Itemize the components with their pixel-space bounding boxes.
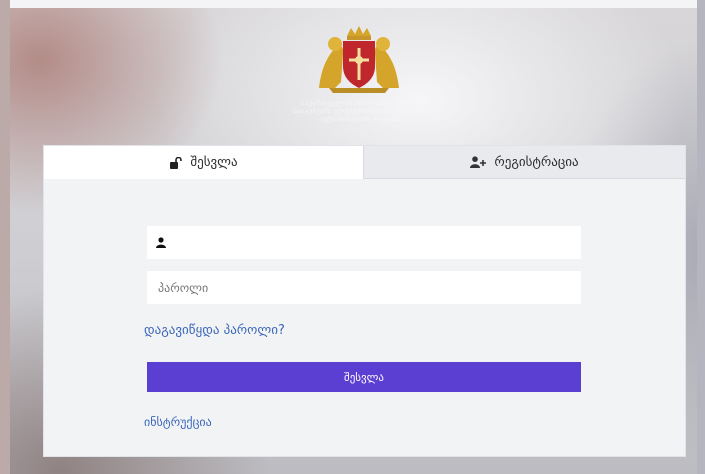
- instruction-link[interactable]: ინსტრუქცია: [144, 415, 212, 429]
- username-field[interactable]: [147, 226, 581, 259]
- header-line: სააგენტოს ელექტრონული სერვისები: [293, 107, 427, 115]
- unlock-icon: [169, 156, 183, 169]
- user-plus-icon: [470, 156, 487, 168]
- header-title: საქართველოს შსს მომსახურების სააგენტოს ე…: [240, 99, 480, 123]
- tab-register-label: რეგისტრაცია: [494, 154, 579, 170]
- georgian-coat-of-arms-icon: [319, 26, 399, 93]
- username-input[interactable]: [174, 234, 581, 251]
- user-icon: [156, 237, 166, 248]
- tab-register[interactable]: რეგისტრაცია: [363, 146, 685, 179]
- forgot-password-link[interactable]: დაგავიწყდა პაროლი?: [144, 323, 285, 338]
- right-edge: [697, 0, 705, 474]
- login-card: შესვლა რეგისტრაცია დაგავიწყდა პაროლი? შე…: [43, 145, 686, 457]
- tab-login[interactable]: შესვლა: [44, 146, 363, 179]
- header-line: საქართველოს შსს მომსახურების: [300, 99, 420, 107]
- top-strip: [10, 0, 698, 8]
- tab-login-label: შესვლა: [190, 155, 238, 170]
- password-input[interactable]: [156, 279, 581, 296]
- left-edge: [0, 0, 10, 474]
- header-line: ავტორიზაციის სისტემა: [319, 115, 401, 123]
- password-field[interactable]: [147, 271, 581, 304]
- login-button[interactable]: შესვლა: [147, 362, 581, 392]
